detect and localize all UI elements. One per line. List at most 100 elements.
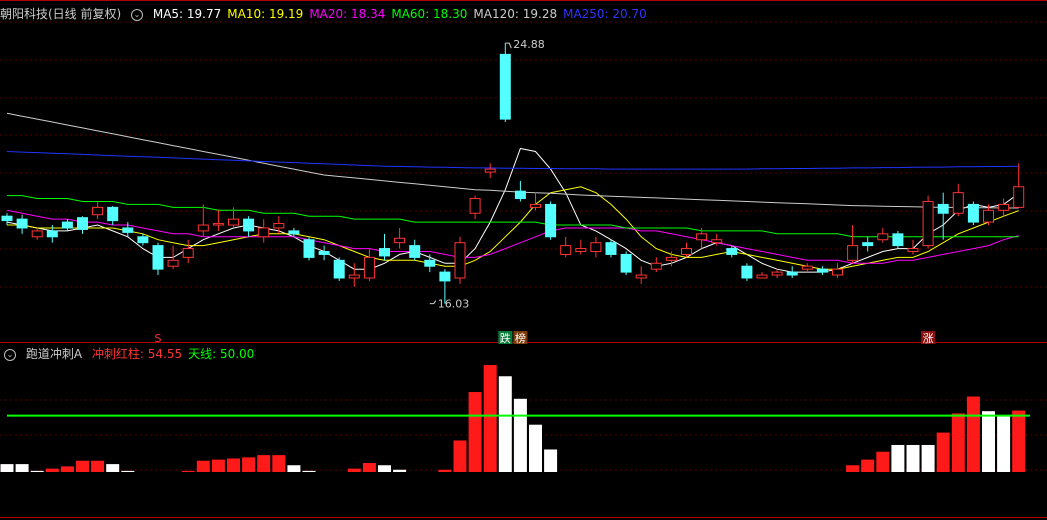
marker-1: 跌 [500, 331, 511, 345]
ma-legend: MA5: 19.77 MA10: 19.19 MA20: 18.34 MA60: 18… [153, 7, 653, 21]
candle [756, 272, 768, 279]
candle-body [696, 233, 708, 241]
candle [318, 245, 330, 261]
candle-body [182, 248, 194, 258]
candle-body [77, 217, 88, 230]
candle-body [741, 265, 753, 279]
candle [484, 163, 496, 178]
candle [424, 254, 436, 273]
candle [952, 183, 964, 217]
candle-body [379, 248, 390, 257]
main-panel-header: 朝阳科技(日线 前复权) ⌄ MA5: 19.77 MA10: 19.19 MA20… [0, 5, 659, 23]
candle-body [107, 206, 119, 222]
candle-body [983, 209, 994, 223]
indicator-bar [876, 451, 890, 472]
candle-body [258, 227, 270, 238]
candle-body [907, 248, 919, 253]
indicator-bar [106, 464, 120, 472]
candle-body [167, 259, 179, 267]
candle [394, 227, 406, 249]
ma-label-3: MA60: 18.30 [391, 7, 468, 21]
chevron-down-icon[interactable]: ⌄ [131, 8, 144, 21]
candle-body [711, 239, 723, 244]
candle-body [152, 245, 164, 270]
candle-body [61, 221, 73, 229]
indicator-bars [0, 365, 1030, 472]
candle [741, 263, 753, 281]
candle-body [665, 256, 677, 261]
indicator-bar [378, 465, 391, 472]
indicator-bar [846, 465, 860, 472]
candle [212, 210, 224, 231]
candle [363, 248, 375, 281]
candle [31, 227, 43, 240]
indicator-bar [91, 460, 105, 472]
indicator-bar [181, 470, 195, 472]
candle-body [1, 215, 13, 222]
candle [514, 180, 526, 202]
candle-body [197, 224, 209, 232]
candle-body [816, 268, 828, 273]
candle-body [273, 223, 285, 229]
candle [409, 239, 421, 261]
candle-body [363, 256, 375, 279]
candle-body [635, 274, 647, 279]
candle-body [243, 218, 255, 232]
candle-body [937, 203, 949, 214]
candle-body [922, 200, 934, 247]
candle [16, 214, 28, 234]
indicator-bar [891, 444, 905, 472]
candle-body [967, 203, 979, 223]
indicator-bar [997, 415, 1011, 472]
indicator-bar [242, 457, 256, 472]
indicator-bar [45, 468, 59, 472]
candle-body [514, 190, 526, 200]
candle [379, 233, 390, 261]
indicator-bar [121, 470, 135, 472]
indicator-bar [982, 411, 995, 472]
candle [816, 266, 828, 276]
ma-label-0: MA5: 19.77 [152, 7, 222, 21]
candle [847, 225, 859, 264]
candle-body [92, 206, 104, 216]
candle-body [847, 245, 859, 261]
candle [605, 239, 617, 258]
ma-line-ma250 [6, 151, 1019, 170]
low-price-label: 16.03 [438, 298, 470, 311]
candle-body [681, 248, 692, 255]
candle [545, 201, 557, 240]
candle-body [786, 271, 798, 276]
candle [454, 236, 466, 284]
indicator-bar [0, 464, 14, 472]
candle-body [530, 203, 541, 208]
marker-3: 涨 [923, 332, 934, 345]
chevron-down-icon[interactable]: ⌄ [4, 348, 16, 361]
indicator-bar [196, 460, 210, 472]
candle [152, 242, 164, 276]
indicator-bar [861, 459, 875, 472]
candle-body [122, 227, 134, 233]
candle-body [454, 242, 466, 279]
indicator-bar [936, 432, 950, 472]
candle-body [212, 223, 224, 226]
candle [832, 263, 843, 278]
candle [590, 236, 602, 258]
indicator-bar [906, 444, 920, 472]
candle-body [137, 236, 149, 244]
candle-body [484, 168, 496, 173]
candle-body [771, 271, 783, 276]
candle [92, 201, 104, 220]
candle [786, 266, 798, 278]
candle-body [650, 262, 662, 270]
indicator-bar [30, 470, 44, 472]
stock-title[interactable]: 朝阳科技(日线 前复权) [0, 7, 121, 21]
indicator-bar [966, 396, 980, 472]
candle-body [877, 233, 889, 241]
candle [877, 227, 889, 243]
indicator-bar [302, 470, 316, 472]
candle [650, 257, 662, 273]
indicator-bar [257, 455, 271, 472]
indicator-title[interactable]: 跑道冲刺A [26, 347, 82, 361]
candle [1013, 163, 1025, 208]
candle [303, 236, 315, 261]
